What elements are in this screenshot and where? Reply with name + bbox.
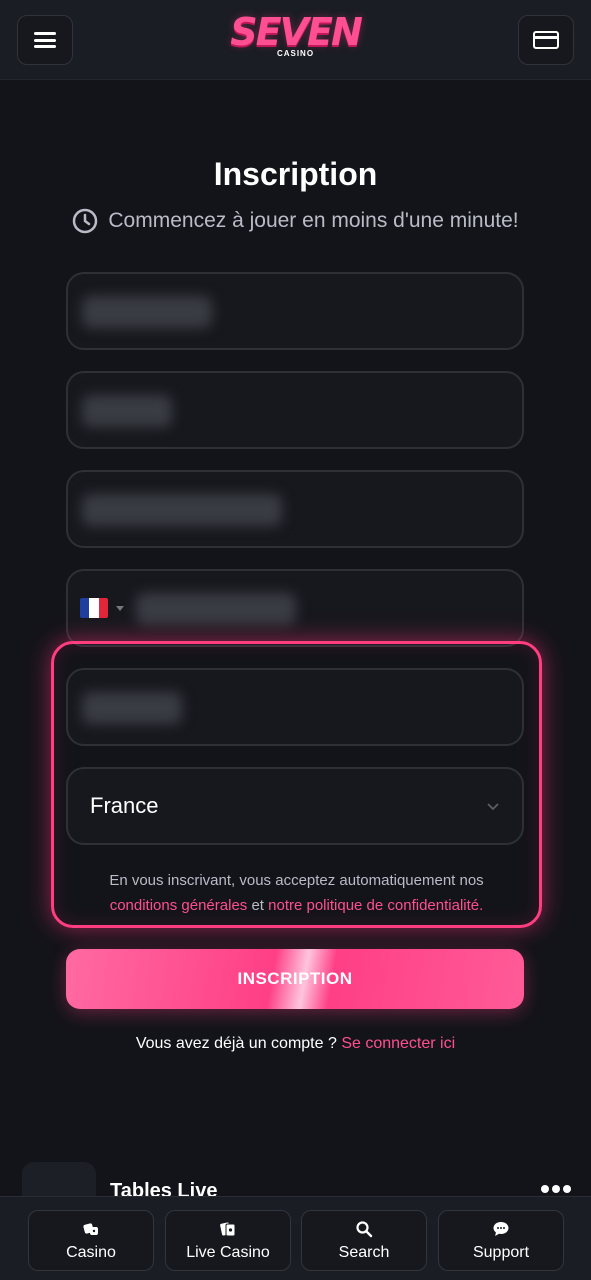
nav-label: Casino: [66, 1243, 116, 1261]
blurred-value: [82, 494, 282, 526]
subtitle-text: Commencez à jouer en moins d'une minute!: [108, 209, 519, 232]
page-subtitle: Commencez à jouer en moins d'une minute!: [0, 208, 591, 234]
clock-icon: [73, 208, 98, 234]
terms-link[interactable]: conditions générales: [110, 897, 248, 914]
nav-support[interactable]: Support: [438, 1210, 564, 1271]
blurred-value: [136, 593, 296, 625]
wallet-button[interactable]: [518, 15, 574, 65]
logo[interactable]: SEVEN CASINO: [0, 10, 591, 59]
nav-label: Live Casino: [186, 1243, 270, 1261]
nav-live-casino[interactable]: Live Casino: [165, 1210, 291, 1271]
wallet-icon: [533, 31, 559, 49]
bottom-nav: Casino Live Casino Search Support: [0, 1196, 591, 1280]
country-select[interactable]: France: [66, 767, 524, 845]
caret-down-icon[interactable]: [116, 606, 124, 611]
logo-subtext: CASINO: [276, 49, 315, 58]
last-name-field[interactable]: [66, 371, 524, 449]
first-name-field[interactable]: [66, 272, 524, 350]
search-icon: [356, 1220, 373, 1237]
terms-notice: En vous inscrivant, vous acceptez automa…: [51, 868, 542, 918]
terms-text: En vous inscrivant, vous acceptez automa…: [109, 872, 484, 889]
login-link[interactable]: Se connecter ici: [341, 1035, 455, 1052]
login-text: Vous avez déjà un compte ?: [135, 1035, 337, 1052]
france-flag-icon[interactable]: [80, 598, 108, 618]
nav-label: Search: [338, 1243, 390, 1261]
privacy-link[interactable]: notre politique de confidentialité.: [268, 897, 483, 914]
terms-connector: et: [251, 897, 264, 914]
page-title: Inscription: [213, 156, 378, 192]
blurred-value: [82, 692, 182, 724]
chat-icon: [493, 1221, 509, 1236]
blurred-value: [82, 395, 172, 427]
more-icon[interactable]: [541, 1185, 571, 1193]
nav-label: Support: [472, 1243, 530, 1261]
email-field[interactable]: [66, 470, 524, 548]
nav-search[interactable]: Search: [301, 1210, 427, 1271]
chevron-down-icon: [487, 803, 499, 811]
logo-text: SEVEN: [230, 10, 363, 54]
submit-button[interactable]: INSCRIPTION: [66, 949, 524, 1009]
phone-field[interactable]: [66, 569, 524, 647]
login-prompt: Vous avez déjà un compte ? Se connecter …: [0, 1035, 591, 1053]
blurred-value: [82, 296, 212, 328]
dice-icon: [83, 1222, 98, 1235]
birthdate-field[interactable]: [66, 668, 524, 746]
cards-icon: [220, 1221, 236, 1236]
top-bar: SEVEN CASINO: [0, 0, 591, 80]
country-value: France: [90, 793, 159, 818]
nav-casino[interactable]: Casino: [28, 1210, 154, 1271]
